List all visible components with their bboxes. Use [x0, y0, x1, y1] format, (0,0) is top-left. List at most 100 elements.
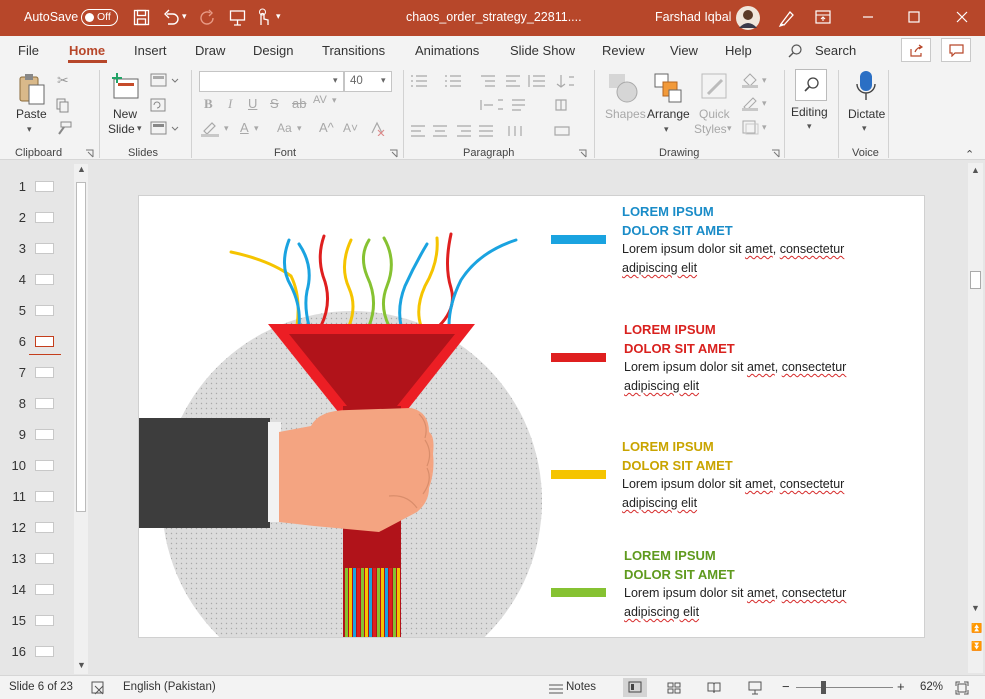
item-3-body-line2[interactable]: adipiscing elit [622, 494, 697, 513]
arrange-button[interactable]: Arrange [647, 107, 690, 121]
item-3-title-line1[interactable]: LOREM IPSUM [622, 437, 714, 456]
slide-thumbnail[interactable] [35, 615, 54, 626]
tab-slide-show[interactable]: Slide Show [510, 43, 575, 58]
slide-counter[interactable]: Slide 6 of 23 [9, 681, 73, 693]
tab-insert[interactable]: Insert [134, 43, 167, 58]
editing-dropdown-icon[interactable]: ▾ [807, 121, 812, 132]
item-3-title-line2[interactable]: DOLOR SIT AMET [622, 456, 733, 475]
redo-icon[interactable] [199, 9, 217, 27]
font-name-dropdown-icon[interactable]: ▾ [333, 75, 338, 86]
strikethrough-button[interactable]: ab [292, 96, 306, 111]
zoom-out-button[interactable]: − [782, 679, 790, 694]
next-slide-icon[interactable]: ⏬ [971, 641, 982, 652]
quick-styles-button[interactable]: Styles [694, 122, 727, 136]
reading-view-icon[interactable] [707, 682, 721, 694]
item-2-title-line1[interactable]: LOREM IPSUM [624, 320, 716, 339]
item-1-body-line1[interactable]: Lorem ipsum dolor sit amet, consectetur [622, 240, 844, 259]
tab-animations[interactable]: Animations [415, 43, 479, 58]
font-color-dropdown-icon[interactable]: ▾ [254, 123, 259, 134]
layout-icon[interactable] [150, 73, 180, 88]
change-case-button[interactable]: Aa [277, 121, 292, 135]
item-3-body-line1[interactable]: Lorem ipsum dolor sit amet, consectetur [622, 475, 844, 494]
slide-thumbnail[interactable] [35, 522, 54, 533]
tab-view[interactable]: View [670, 43, 698, 58]
collapse-ribbon-icon[interactable]: ⌃ [965, 148, 974, 161]
paste-dropdown-icon[interactable]: ▾ [27, 124, 32, 135]
comments-button[interactable] [941, 38, 971, 62]
change-case-dropdown-icon[interactable]: ▾ [297, 123, 302, 134]
editing-icon-box[interactable] [795, 69, 827, 101]
slide-thumbnail[interactable] [35, 305, 54, 316]
slide-thumbnail-current[interactable] [35, 336, 54, 347]
cut-icon[interactable]: ✂ [57, 72, 69, 89]
close-icon[interactable] [956, 11, 968, 23]
font-color-button[interactable]: A [240, 120, 249, 135]
user-name[interactable]: Farshad Iqbal [655, 10, 731, 24]
zoom-in-button[interactable]: + [897, 679, 905, 694]
share-button[interactable] [901, 38, 931, 62]
tab-design[interactable]: Design [253, 43, 293, 58]
avatar[interactable] [736, 6, 760, 30]
item-2-body-line2[interactable]: adipiscing elit [624, 377, 699, 396]
slide-thumbnail[interactable] [35, 274, 54, 285]
ribbon-display-icon[interactable] [815, 10, 831, 24]
new-slide-button[interactable]: Slide [108, 122, 135, 136]
item-2-title-line2[interactable]: DOLOR SIT AMET [624, 339, 735, 358]
slide-sorter-icon[interactable] [667, 682, 681, 694]
item-4-title-line2[interactable]: DOLOR SIT AMET [624, 565, 735, 584]
bold-button[interactable]: B [204, 96, 213, 112]
present-icon[interactable] [229, 9, 246, 26]
paragraph-launcher-icon[interactable] [578, 149, 587, 158]
item-4-body-line1[interactable]: Lorem ipsum dolor sit amet, consectetur [624, 584, 846, 603]
drawing-launcher-icon[interactable] [771, 149, 780, 158]
zoom-slider-thumb[interactable] [821, 681, 826, 694]
shape-effects-dropdown-icon[interactable]: ▾ [762, 122, 767, 133]
slide-thumbnail[interactable] [35, 398, 54, 409]
character-spacing-button[interactable]: AV [313, 94, 327, 106]
customize-qat-icon[interactable]: ▾ [276, 11, 281, 22]
tab-help[interactable]: Help [725, 43, 752, 58]
save-icon[interactable] [133, 9, 150, 26]
zoom-level[interactable]: 62% [920, 681, 943, 693]
quick-styles-dropdown-icon[interactable]: ▾ [727, 123, 732, 134]
character-spacing-dropdown-icon[interactable]: ▾ [332, 95, 337, 106]
notes-icon[interactable] [549, 683, 563, 694]
slide-thumbnail[interactable] [35, 212, 54, 223]
quick-styles-label-1[interactable]: Quick [699, 107, 730, 121]
maximize-icon[interactable] [908, 11, 920, 23]
shape-fill-icon[interactable] [741, 72, 759, 88]
shape-effects-icon[interactable] [741, 119, 759, 135]
scrollbar-thumb[interactable] [76, 182, 86, 512]
slide-thumbnail[interactable] [35, 491, 54, 502]
font-name-box[interactable]: ▾ [199, 71, 344, 92]
undo-dropdown-icon[interactable]: ▾ [182, 11, 187, 22]
search-icon[interactable] [788, 44, 802, 58]
item-4-title-line1[interactable]: LOREM IPSUM [624, 546, 716, 565]
reset-slide-icon[interactable] [150, 98, 166, 112]
dictate-dropdown-icon[interactable]: ▾ [862, 123, 867, 134]
item-4-body-line2[interactable]: adipiscing elit [624, 603, 699, 622]
new-slide-label-1[interactable]: New [113, 107, 137, 121]
touch-mode-icon[interactable] [255, 8, 272, 27]
slide-thumbnail[interactable] [35, 460, 54, 471]
designer-pen-icon[interactable] [778, 9, 796, 27]
copy-icon[interactable] [56, 98, 70, 113]
shapes-icon[interactable] [607, 72, 639, 104]
accessibility-icon[interactable] [91, 681, 105, 695]
decrease-font-button[interactable]: A˅ [343, 121, 358, 135]
tab-home[interactable]: Home [69, 43, 105, 58]
item-1-body-line2[interactable]: adipiscing elit [622, 259, 697, 278]
scroll-down-icon[interactable]: ▼ [77, 660, 86, 670]
normal-view-button[interactable] [623, 678, 647, 697]
tab-review[interactable]: Review [602, 43, 645, 58]
language-indicator[interactable]: English (Pakistan) [123, 681, 216, 693]
tab-file[interactable]: File [18, 43, 39, 58]
slide-thumbnail[interactable] [35, 367, 54, 378]
italic-button[interactable]: I [228, 96, 232, 112]
increase-font-button[interactable]: A^ [319, 120, 334, 135]
slide-thumbnail[interactable] [35, 181, 54, 192]
font-launcher-icon[interactable] [389, 149, 398, 158]
shape-outline-dropdown-icon[interactable]: ▾ [762, 98, 767, 109]
slide[interactable]: LOREM IPSUM DOLOR SIT AMET Lorem ipsum d… [138, 195, 925, 638]
shapes-button[interactable]: Shapes [605, 107, 646, 121]
